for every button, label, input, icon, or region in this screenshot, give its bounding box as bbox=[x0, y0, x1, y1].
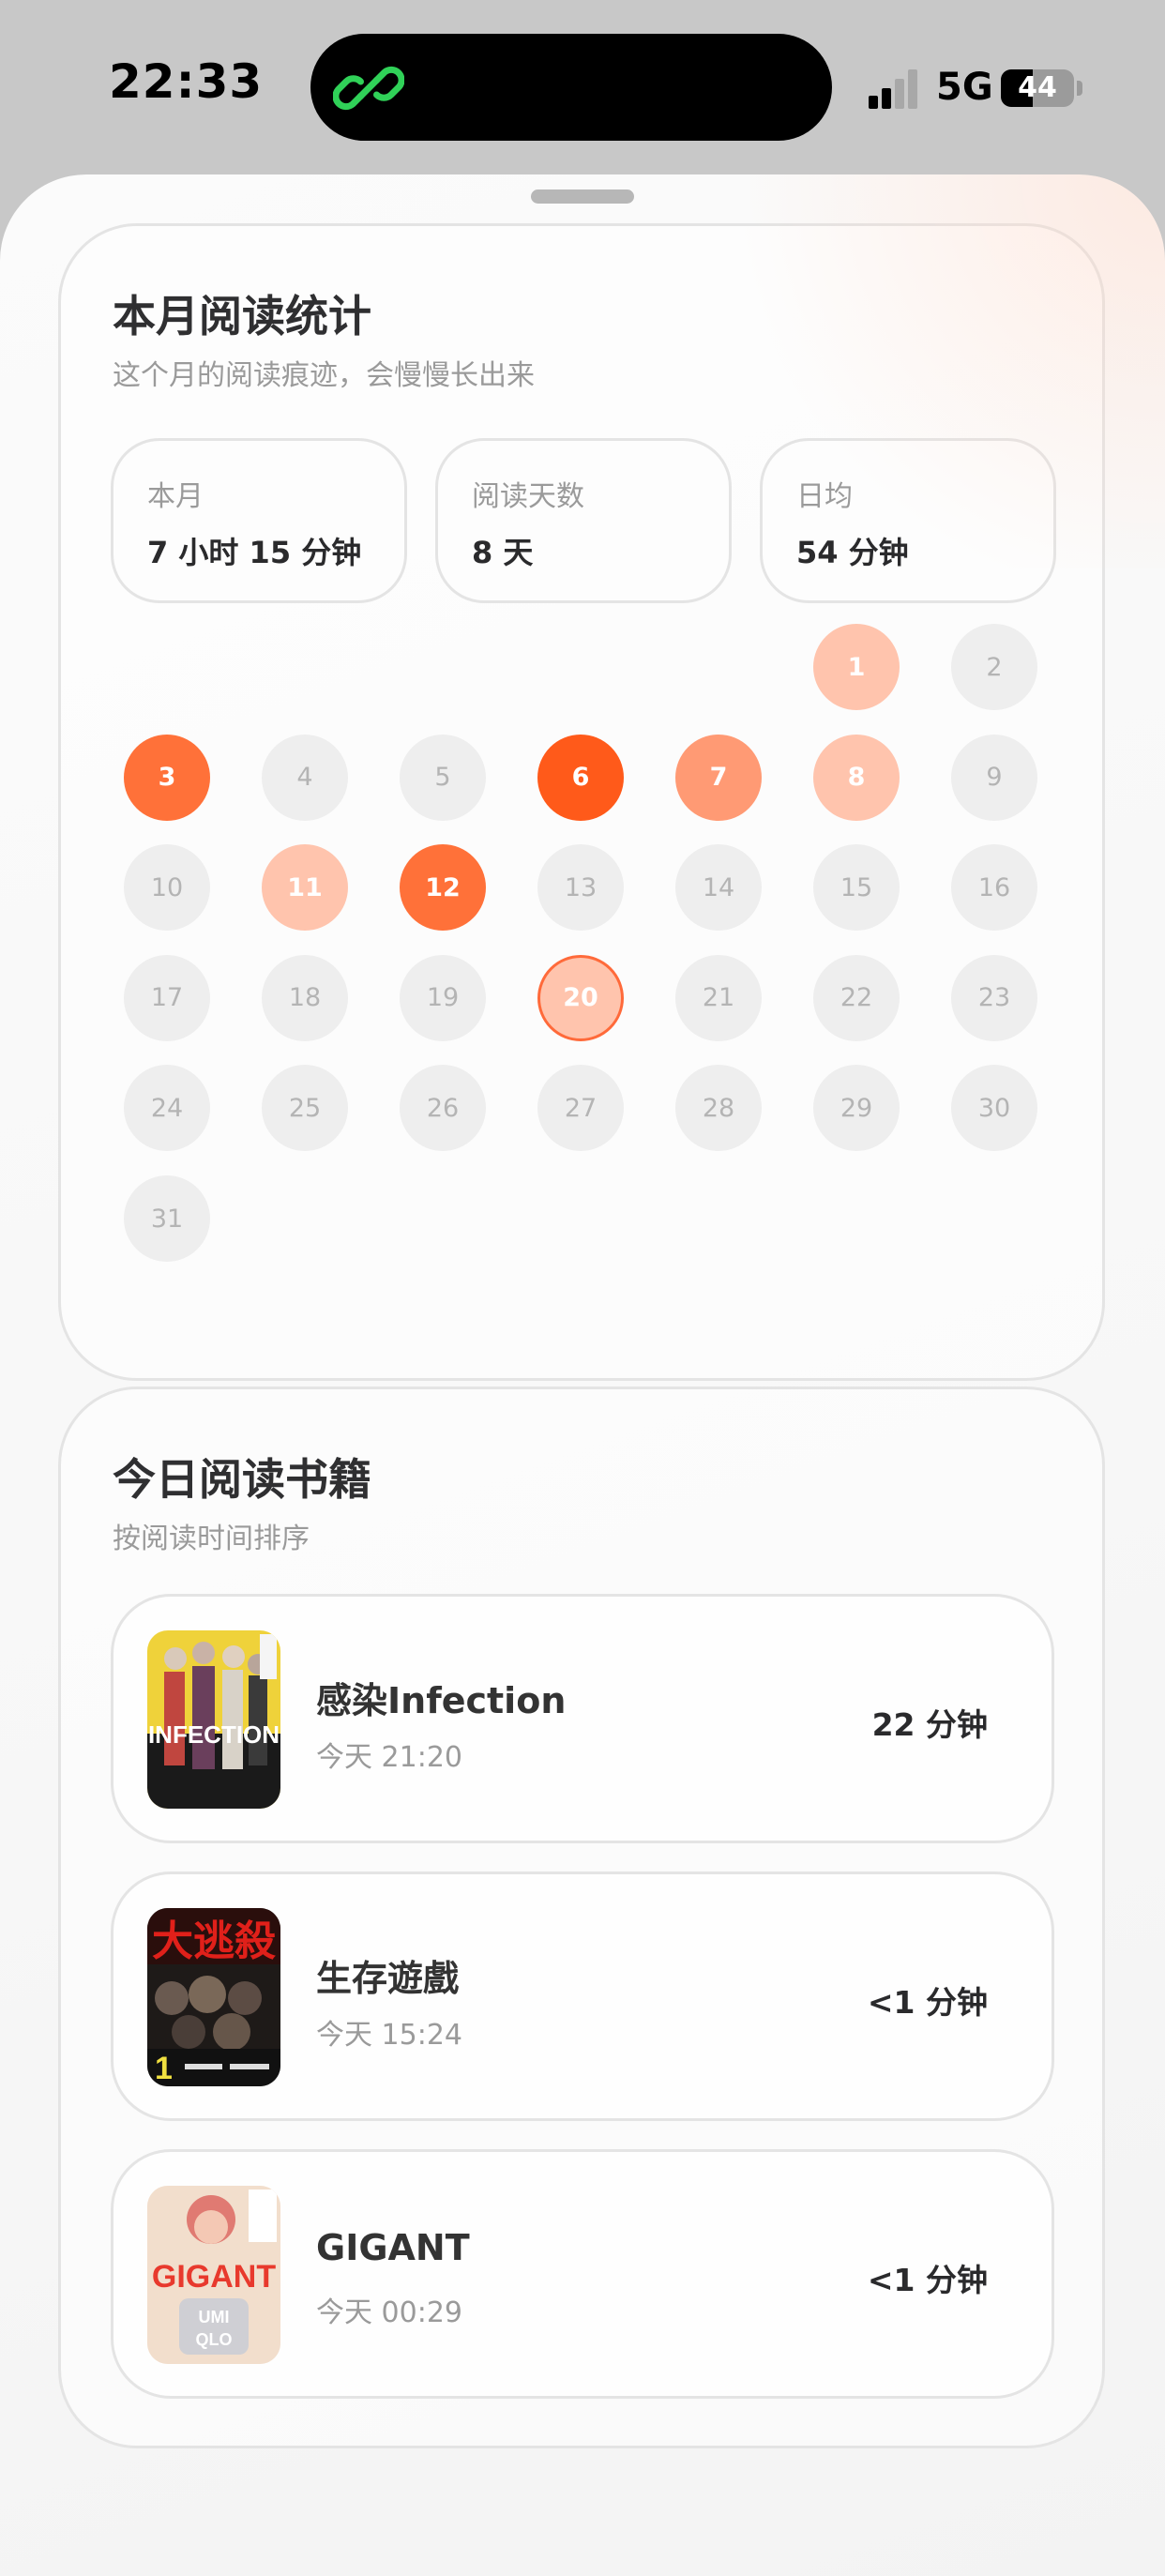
book-title: GIGANT bbox=[316, 2227, 470, 2268]
svg-text:QLO: QLO bbox=[196, 2330, 233, 2349]
sheet-grabber[interactable] bbox=[531, 189, 634, 204]
calendar-day-4[interactable]: 4 bbox=[262, 734, 348, 821]
stats-title: 本月阅读统计 bbox=[113, 291, 371, 341]
stat-value: 8 天 bbox=[472, 535, 534, 570]
book-duration: <1 分钟 bbox=[867, 1984, 988, 2021]
book-item[interactable]: GIGANT UMI QLO GIGANT 今天 00:29 <1 分钟 bbox=[111, 2149, 1054, 2399]
stat-label: 日均 bbox=[796, 480, 853, 513]
stat-value: 54 分钟 bbox=[796, 535, 909, 570]
calendar-day-15[interactable]: 15 bbox=[813, 844, 900, 932]
calendar-day-27[interactable]: 27 bbox=[537, 1065, 624, 1152]
books-subtitle: 按阅读时间排序 bbox=[113, 1523, 310, 1555]
calendar-day-7[interactable]: 7 bbox=[675, 734, 762, 821]
calendar-day-29[interactable]: 29 bbox=[813, 1065, 900, 1152]
calendar-day-30[interactable]: 30 bbox=[951, 1065, 1037, 1152]
book-item[interactable]: 大逃殺 1 生存遊戲 今天 15:24 <1 分钟 bbox=[111, 1871, 1054, 2121]
battery-level: 44 bbox=[1018, 71, 1057, 104]
stat-month-total: 本月 7 小时 15 分钟 bbox=[111, 438, 407, 603]
calendar-day-6[interactable]: 6 bbox=[537, 734, 624, 821]
book-read-time: 今天 15:24 bbox=[316, 2019, 462, 2052]
battle-royale-cover: 大逃殺 1 bbox=[147, 1908, 280, 2086]
stats-subtitle: 这个月的阅读痕迹，会慢慢长出来 bbox=[113, 359, 535, 392]
calendar-day-16[interactable]: 16 bbox=[951, 844, 1037, 932]
calendar-day-12[interactable]: 12 bbox=[400, 844, 486, 932]
calendar-day-5[interactable]: 5 bbox=[400, 734, 486, 821]
network-type: 5G bbox=[936, 66, 993, 109]
battery-cap bbox=[1077, 81, 1082, 96]
calendar-day-23[interactable]: 23 bbox=[951, 954, 1037, 1041]
calendar-day-10[interactable]: 10 bbox=[124, 844, 210, 932]
book-title: 感染Infection bbox=[316, 1680, 567, 1721]
calendar-day-1[interactable]: 1 bbox=[813, 624, 900, 710]
calendar-day-9[interactable]: 9 bbox=[951, 734, 1037, 821]
svg-text:INFECTION: INFECTION bbox=[148, 1720, 280, 1749]
infection-cover: INFECTION bbox=[147, 1630, 280, 1809]
book-duration: <1 分钟 bbox=[867, 2262, 988, 2298]
calendar-day-17[interactable]: 17 bbox=[124, 954, 210, 1041]
calendar-day-19[interactable]: 19 bbox=[400, 954, 486, 1041]
calendar-day-25[interactable]: 25 bbox=[262, 1065, 348, 1152]
calendar-day-14[interactable]: 14 bbox=[675, 844, 762, 932]
book-duration: 22 分钟 bbox=[871, 1706, 988, 1743]
calendar-day-20[interactable]: 20 bbox=[537, 954, 624, 1041]
calendar-day-22[interactable]: 22 bbox=[813, 954, 900, 1041]
svg-text:1: 1 bbox=[155, 2051, 173, 2086]
calendar-day-3[interactable]: 3 bbox=[124, 734, 210, 821]
gigant-cover: GIGANT UMI QLO bbox=[147, 2186, 280, 2364]
svg-text:GIGANT: GIGANT bbox=[152, 2259, 276, 2295]
stat-label: 本月 bbox=[147, 480, 204, 513]
bottom-sheet: 本月阅读统计 这个月的阅读痕迹，会慢慢长出来 本月 7 小时 15 分钟 阅读天… bbox=[0, 174, 1165, 2576]
dynamic-island[interactable] bbox=[310, 34, 832, 141]
calendar-day-13[interactable]: 13 bbox=[537, 844, 624, 932]
calendar-day-31[interactable]: 31 bbox=[124, 1175, 210, 1262]
stat-label: 阅读天数 bbox=[472, 480, 584, 513]
battery-icon: 44 bbox=[1001, 69, 1074, 107]
monthly-stats-card: 本月阅读统计 这个月的阅读痕迹，会慢慢长出来 本月 7 小时 15 分钟 阅读天… bbox=[58, 223, 1105, 1381]
svg-text:UMI: UMI bbox=[199, 2308, 230, 2326]
calendar-day-8[interactable]: 8 bbox=[813, 734, 900, 821]
calendar-day-18[interactable]: 18 bbox=[262, 954, 348, 1041]
today-books-card: 今日阅读书籍 按阅读时间排序 INFECTION 感染Infection 今天 … bbox=[58, 1386, 1105, 2448]
svg-text:大逃殺: 大逃殺 bbox=[152, 1917, 276, 1965]
link-app-icon bbox=[333, 66, 404, 111]
stat-daily-average: 日均 54 分钟 bbox=[760, 438, 1056, 603]
calendar-day-28[interactable]: 28 bbox=[675, 1065, 762, 1152]
calendar-day-26[interactable]: 26 bbox=[400, 1065, 486, 1152]
cellular-signal-icon bbox=[869, 68, 925, 109]
status-time: 22:33 bbox=[109, 54, 264, 109]
book-read-time: 今天 00:29 bbox=[316, 2296, 462, 2329]
stat-value: 7 小时 15 分钟 bbox=[147, 535, 362, 570]
book-item[interactable]: INFECTION 感染Infection 今天 21:20 22 分钟 bbox=[111, 1594, 1054, 1843]
stat-reading-days: 阅读天数 8 天 bbox=[435, 438, 732, 603]
book-title: 生存遊戲 bbox=[316, 1958, 460, 1999]
calendar-day-2[interactable]: 2 bbox=[951, 624, 1037, 710]
calendar-day-11[interactable]: 11 bbox=[262, 844, 348, 932]
calendar-day-21[interactable]: 21 bbox=[675, 954, 762, 1041]
books-title: 今日阅读书籍 bbox=[113, 1454, 371, 1505]
calendar-day-24[interactable]: 24 bbox=[124, 1065, 210, 1152]
book-read-time: 今天 21:20 bbox=[316, 1741, 462, 1774]
status-bar: 22:33 5G 44 bbox=[0, 0, 1165, 178]
